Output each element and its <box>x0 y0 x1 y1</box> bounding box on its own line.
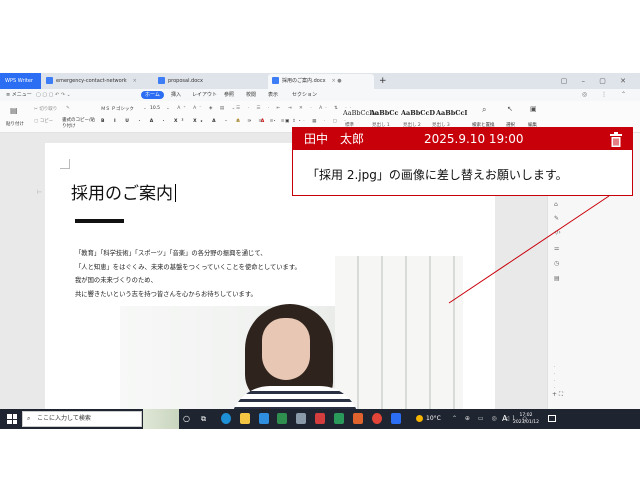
comment-body: 「採用 2.jpg」の画像に差し替えお願いします。 <box>307 168 568 182</box>
comment-datetime: 2025.9.10 19:00 <box>424 132 524 146</box>
comment-header: 田中 太郎 2025.9.10 19:00 <box>293 128 632 150</box>
review-comment-box[interactable]: 田中 太郎 2025.9.10 19:00 「採用 2.jpg」の画像に差し替え… <box>292 127 633 196</box>
comment-callout-line <box>448 195 610 304</box>
trash-icon[interactable] <box>609 132 623 147</box>
comment-author: 田中 太郎 <box>304 132 365 146</box>
